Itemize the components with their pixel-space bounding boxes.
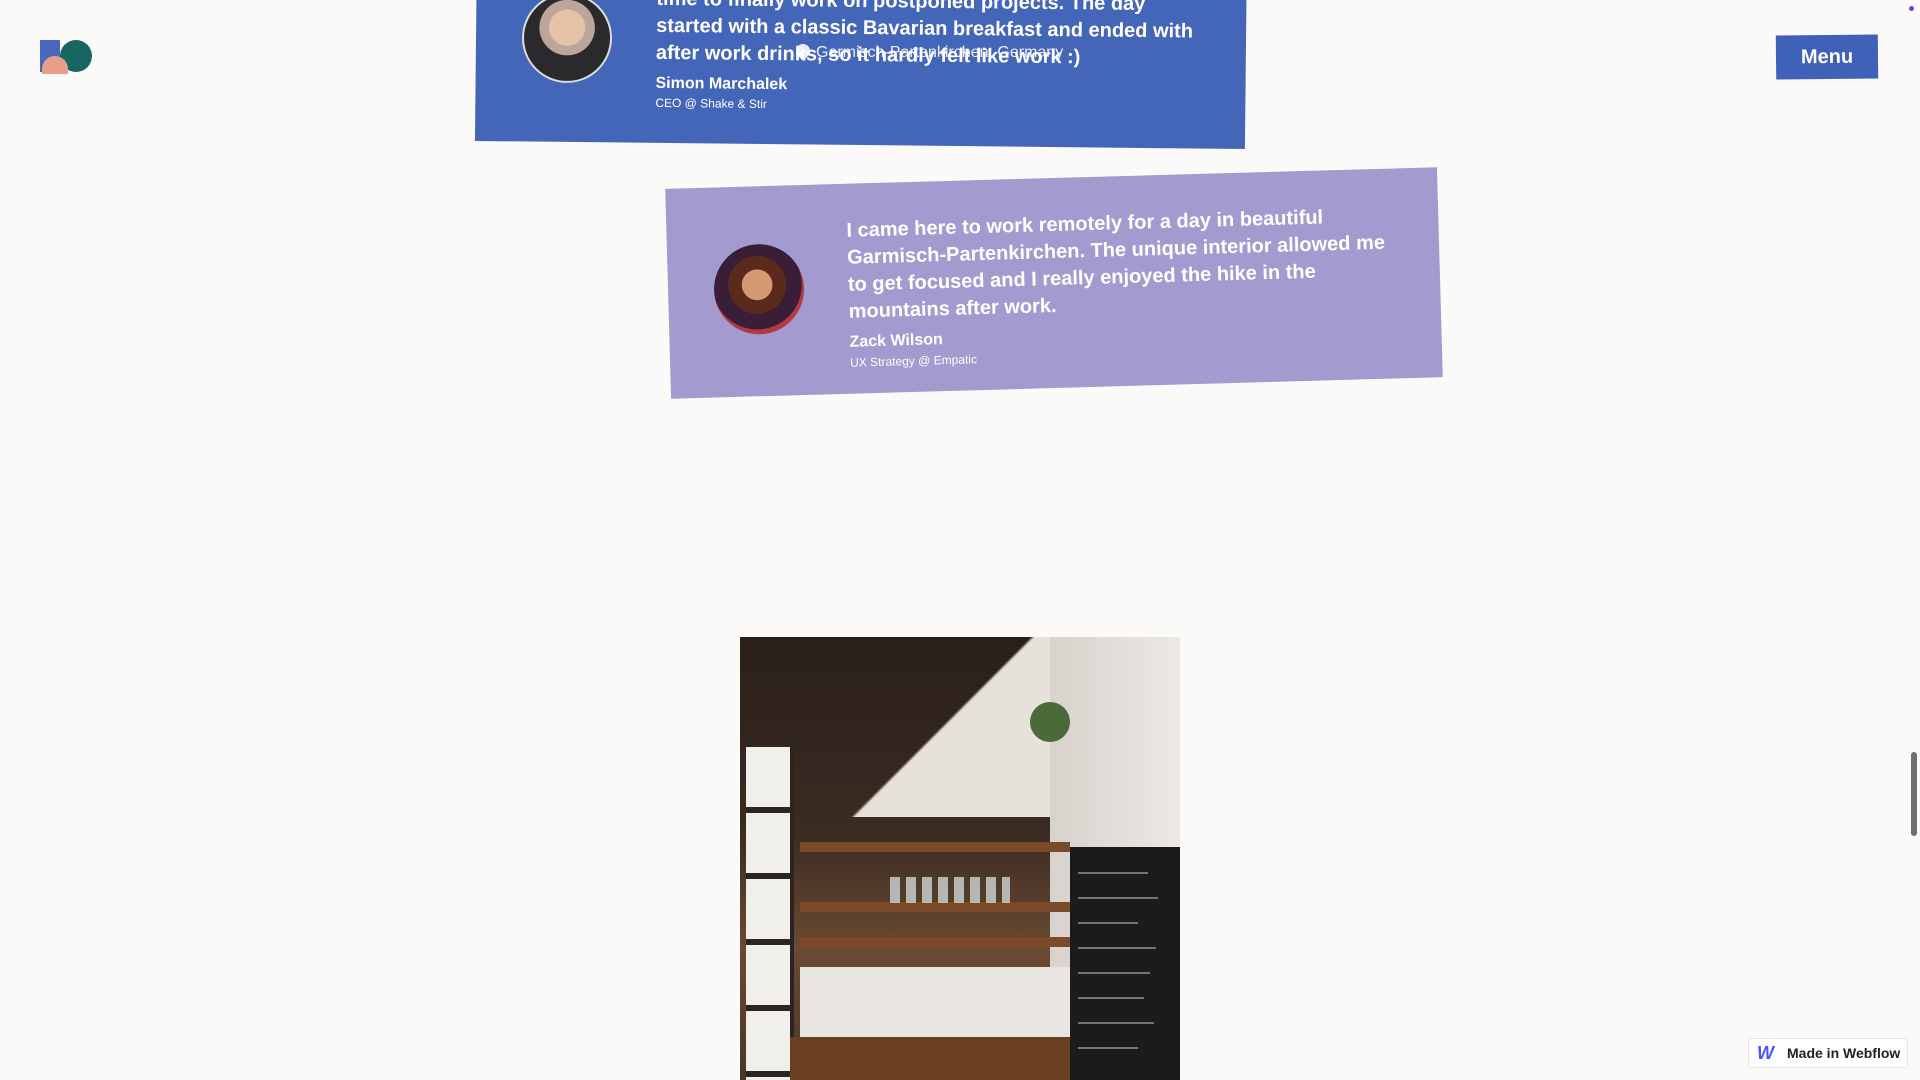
photo-chalk-line <box>1078 972 1150 974</box>
page: time to finally work on postponed projec… <box>0 0 1920 1080</box>
badge-label: Made in Webflow <box>1787 1045 1901 1061</box>
testimonial-card-simon: time to finally work on postponed projec… <box>474 0 1248 150</box>
photo-backsplash-shape <box>800 967 1070 1047</box>
testimonial-role: UX Strategy @ Empatic <box>849 352 978 370</box>
photo-chalk-line <box>1078 1047 1138 1049</box>
photo-shelf <box>800 937 1070 947</box>
corner-indicator-dot <box>1909 6 1914 11</box>
brand-logo[interactable] <box>40 38 92 74</box>
photo-window-shape <box>746 747 794 1080</box>
testimonial-role: CEO @ Shake & Stir <box>655 95 767 112</box>
photo-counter-shape <box>790 1037 1080 1080</box>
photo-shelf <box>800 902 1070 912</box>
location-label: Garmisch-Partenkirchen, Germany <box>796 44 1063 62</box>
photo-chalkboard-shape <box>1070 847 1180 1080</box>
photo-chalk-line <box>1078 922 1138 924</box>
bar-interior-photo <box>740 637 1180 1080</box>
menu-button[interactable]: Menu <box>1775 34 1879 80</box>
testimonial-author: Simon Marchalek <box>655 74 788 94</box>
photo-chalk-line <box>1078 997 1144 999</box>
map-pin-icon <box>796 44 810 62</box>
photo-chalk-line <box>1078 897 1158 899</box>
photo-jars-shape <box>890 877 1010 903</box>
testimonial-quote: I came here to work remotely for a day i… <box>846 206 1386 323</box>
made-in-webflow-badge[interactable]: W Made in Webflow <box>1748 1038 1908 1068</box>
photo-chalk-line <box>1078 947 1156 949</box>
avatar-simon <box>521 0 613 84</box>
photo-plant-shape <box>1030 702 1070 742</box>
testimonial-author: Zack Wilson <box>849 331 943 351</box>
photo-shelf <box>800 842 1070 852</box>
photo-chalk-line <box>1078 1022 1154 1024</box>
scrollbar-thumb[interactable] <box>1911 752 1917 836</box>
photo-chalk-line <box>1078 872 1148 874</box>
avatar-zack <box>712 242 806 336</box>
testimonial-card-zack: I came here to work remotely for a day i… <box>665 167 1443 399</box>
location-text: Garmisch-Partenkirchen, Germany <box>816 44 1064 61</box>
webflow-logo-icon: W <box>1757 1043 1774 1063</box>
